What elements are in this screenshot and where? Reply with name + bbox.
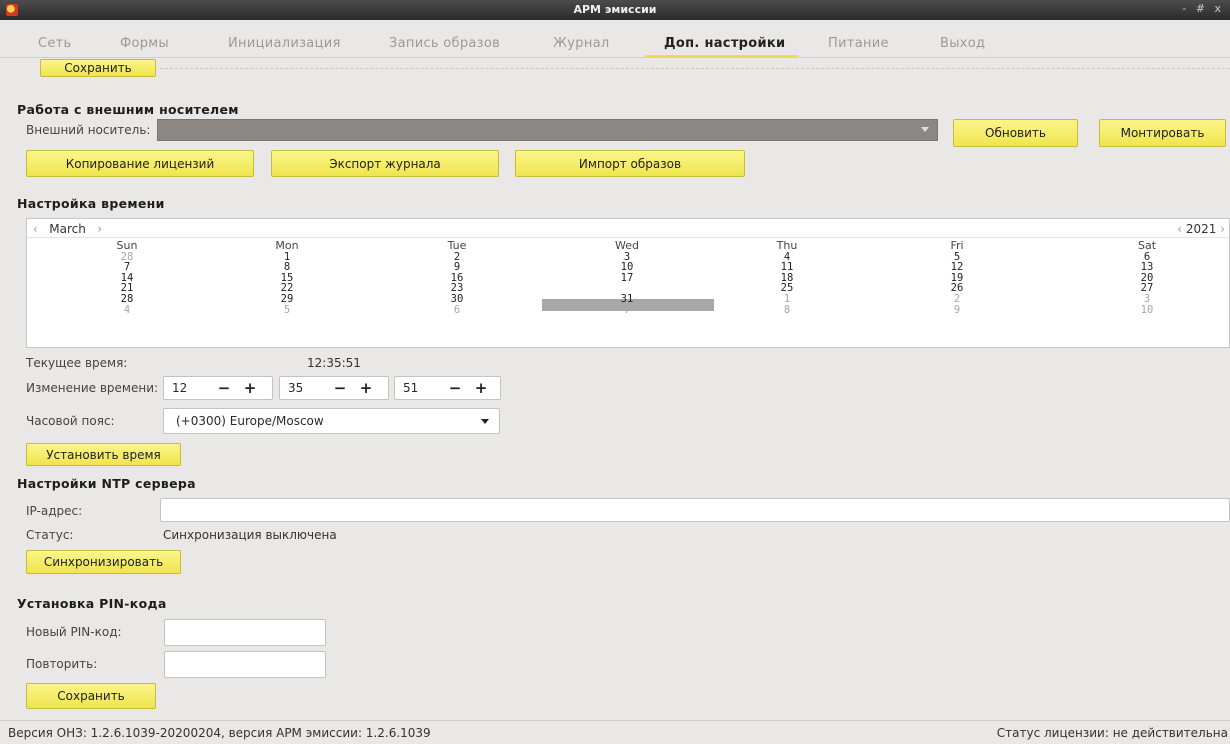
seconds-value[interactable]: 51 xyxy=(403,381,418,395)
timezone-select[interactable]: (+0300) Europe/Moscow xyxy=(163,408,500,434)
day-of-week-label: Sat xyxy=(1137,239,1157,252)
calendar-divider xyxy=(27,237,1229,238)
external-media-select[interactable] xyxy=(157,119,938,141)
ntp-status-label: Статус: xyxy=(26,528,74,542)
calendar: ‹ March › ‹ 2021 › Sun 28 7 14 21 28 4 Mon 1 8 15 2… xyxy=(26,218,1230,348)
calendar-day[interactable]: 10 xyxy=(1087,304,1207,316)
hours-increment-icon[interactable]: + xyxy=(242,379,258,397)
tab-extra-settings[interactable]: Доп. настройки xyxy=(664,36,785,51)
calendar-month[interactable]: March xyxy=(49,222,86,236)
top-save-button[interactable]: Сохранить xyxy=(40,59,156,77)
calendar-day[interactable]: 6 xyxy=(397,304,517,316)
calendar-day[interactable]: 5 xyxy=(227,304,347,316)
version-info: Версия ОНЗ: 1.2.6.1039-20200204, версия … xyxy=(8,726,431,740)
change-time-label: Изменение времени: xyxy=(26,381,159,395)
tab-network[interactable]: Сеть xyxy=(38,36,72,51)
title-bar: АРМ эмиссии - # x xyxy=(0,0,1230,20)
import-images-button[interactable]: Импорт образов xyxy=(515,150,745,177)
chevron-down-icon xyxy=(481,419,489,424)
seconds-decrement-icon[interactable]: − xyxy=(447,379,463,397)
minutes-decrement-icon[interactable]: − xyxy=(332,379,348,397)
tab-forms[interactable]: Формы xyxy=(120,36,169,51)
calendar-day[interactable]: 7 xyxy=(567,304,687,316)
repeat-pin-input[interactable] xyxy=(164,651,326,678)
day-of-week-label: Thu xyxy=(776,239,798,252)
separator xyxy=(160,68,1230,69)
current-time-label: Текущее время: xyxy=(26,356,128,370)
tab-initialization[interactable]: Инициализация xyxy=(228,36,341,51)
calendar-day[interactable]: 31 xyxy=(567,294,687,305)
window-controls[interactable]: - # x xyxy=(1182,2,1224,15)
hours-stepper[interactable]: 12 − + xyxy=(163,376,273,400)
calendar-column: Sat 6 13 20 27 3 10 xyxy=(1087,239,1207,316)
chevron-down-icon xyxy=(921,127,929,132)
pin-heading: Установка PIN-кода xyxy=(17,596,167,611)
window-title: АРМ эмиссии xyxy=(573,3,657,16)
minutes-stepper[interactable]: 35 − + xyxy=(279,376,389,400)
set-time-button[interactable]: Установить время xyxy=(26,443,181,466)
day-of-week-label: Sun xyxy=(116,239,138,252)
active-tab-indicator xyxy=(645,55,798,58)
calendar-column: Sun 28 7 14 21 28 4 xyxy=(67,239,187,316)
status-bar: Версия ОНЗ: 1.2.6.1039-20200204, версия … xyxy=(0,720,1230,744)
day-of-week-label: Fri xyxy=(950,239,964,252)
calendar-column: Fri 5 12 19 26 2 9 xyxy=(897,239,1017,316)
calendar-column: Tue 2 9 16 23 30 6 xyxy=(397,239,517,316)
calendar-column: Mon 1 8 15 22 29 5 xyxy=(227,239,347,316)
calendar-month-nav: ‹ March › xyxy=(33,222,102,236)
calendar-day[interactable]: 28 xyxy=(67,294,187,305)
seconds-increment-icon[interactable]: + xyxy=(473,379,489,397)
timezone-label: Часовой пояс: xyxy=(26,414,115,428)
copy-licenses-button[interactable]: Копирование лицензий xyxy=(26,150,254,177)
calendar-year-nav: ‹ 2021 › xyxy=(1177,222,1225,236)
ip-label: IP-адрес: xyxy=(26,504,83,518)
minutes-increment-icon[interactable]: + xyxy=(358,379,374,397)
refresh-button[interactable]: Обновить xyxy=(953,119,1078,147)
sync-button[interactable]: Синхронизировать xyxy=(26,550,181,574)
day-of-week-label: Tue xyxy=(447,239,467,252)
calendar-day[interactable]: 1 xyxy=(727,294,847,305)
external-media-heading: Работа с внешним носителем xyxy=(17,102,239,117)
timezone-value: (+0300) Europe/Moscow xyxy=(176,414,324,428)
license-status: Статус лицензии: не действительна xyxy=(996,726,1228,740)
hours-value[interactable]: 12 xyxy=(172,381,187,395)
calendar-day[interactable]: 29 xyxy=(227,294,347,305)
tab-image-writing[interactable]: Запись образов xyxy=(389,36,500,51)
repeat-pin-label: Повторить: xyxy=(26,657,98,671)
prev-year-icon[interactable]: ‹ xyxy=(1177,222,1182,236)
tab-power[interactable]: Питание xyxy=(828,36,889,51)
ntp-heading: Настройки NTP сервера xyxy=(17,476,196,491)
calendar-column: Thu 4 11 18 25 1 8 xyxy=(727,239,847,316)
calendar-year[interactable]: 2021 xyxy=(1186,222,1217,236)
external-media-label: Внешний носитель: xyxy=(26,123,151,137)
pin-save-button[interactable]: Сохранить xyxy=(26,683,156,709)
tab-bar: Сеть Формы Инициализация Запись образов … xyxy=(0,30,1230,58)
calendar-column: Wed 3 10 17 24 31 7 xyxy=(567,239,687,316)
new-pin-label: Новый PIN-код: xyxy=(26,625,122,639)
next-month-icon[interactable]: › xyxy=(97,222,102,236)
calendar-day[interactable]: 3 xyxy=(1087,294,1207,305)
calendar-day[interactable]: 2 xyxy=(897,294,1017,305)
tab-exit[interactable]: Выход xyxy=(940,36,985,51)
ip-input[interactable] xyxy=(160,498,1230,522)
mount-button[interactable]: Монтировать xyxy=(1099,119,1226,147)
day-of-week-label: Wed xyxy=(615,239,639,252)
export-journal-button[interactable]: Экспорт журнала xyxy=(271,150,499,177)
tab-journal[interactable]: Журнал xyxy=(553,36,610,51)
calendar-day[interactable]: 4 xyxy=(67,304,187,316)
seconds-stepper[interactable]: 51 − + xyxy=(394,376,501,400)
calendar-day[interactable]: 8 xyxy=(727,304,847,316)
ntp-status-value: Синхронизация выключена xyxy=(163,528,337,542)
hours-decrement-icon[interactable]: − xyxy=(216,379,232,397)
prev-month-icon[interactable]: ‹ xyxy=(33,222,38,236)
current-time-value: 12:35:51 xyxy=(307,356,361,370)
calendar-day[interactable]: 30 xyxy=(397,294,517,305)
day-of-week-label: Mon xyxy=(275,239,299,252)
new-pin-input[interactable] xyxy=(164,619,326,646)
calendar-day[interactable]: 9 xyxy=(897,304,1017,316)
minutes-value[interactable]: 35 xyxy=(288,381,303,395)
next-year-icon[interactable]: › xyxy=(1220,222,1225,236)
time-settings-heading: Настройка времени xyxy=(17,196,165,211)
